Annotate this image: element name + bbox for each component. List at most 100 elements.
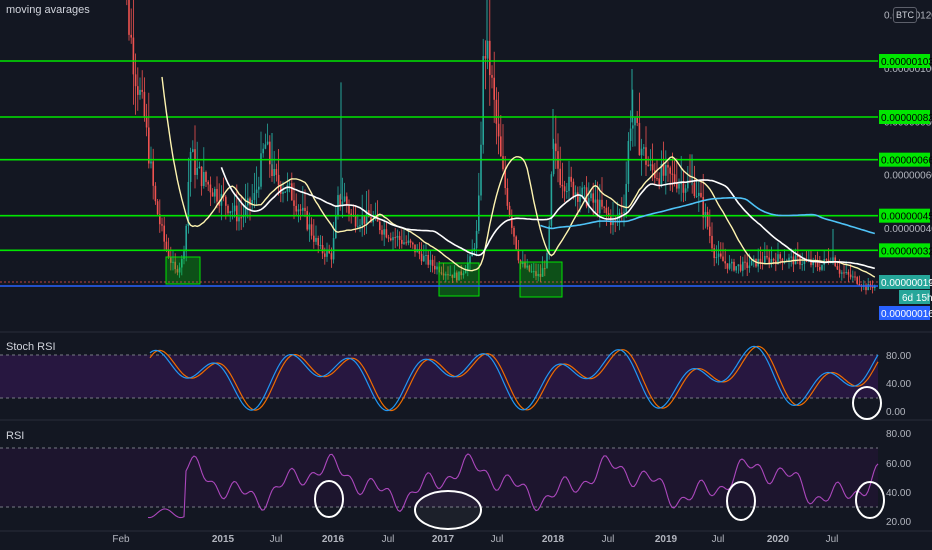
candle-body [513,227,515,237]
candle-body [695,195,698,197]
highlight-boxes [165,256,563,298]
candle-body [361,215,363,226]
candle-body [577,192,579,202]
candle-body [319,245,322,247]
rsi-label: RSI [6,430,25,442]
candle-body [594,199,597,203]
candle-body [731,261,733,264]
candle-body [277,174,280,186]
level-tag-label: 0.00000032 [881,246,932,257]
stoch-tick-label: 0.00 [886,407,906,418]
candle-body [297,209,300,212]
chart-canvas[interactable]: 0.000001800.000001600.000001400.00000120… [0,0,932,550]
candle-body [192,149,194,152]
main-price-pane[interactable] [0,0,878,298]
candle-body [348,205,350,214]
candle-body [139,89,141,95]
candle-body [803,260,806,265]
stoch-tick-label: 80.00 [886,351,911,362]
level-tag-label: 0.00000066 [881,156,932,167]
candle-body [359,225,361,227]
candle-body [766,255,768,258]
candle-body [469,256,471,264]
candle-body [739,264,742,271]
candle-body [293,200,295,206]
current-price-tag-label: 0.00000019 [881,278,932,289]
currency-badge[interactable]: BTC [893,7,917,23]
candle-body [658,178,660,185]
candle-body [275,169,278,175]
stoch-axis[interactable]: 80.00 40.00 0.00 [886,351,911,418]
candle-body [669,167,671,174]
candle-body [286,184,289,192]
candle-body [493,77,495,100]
candle-body [405,242,407,244]
candle-body [354,215,357,227]
blue-level-tag-label: 0.00000016 [881,309,932,320]
rsi-axis[interactable]: 80.00 60.00 40.00 20.00 [886,429,911,528]
candle-body [720,253,722,257]
candle-body [231,211,234,213]
candle-body [407,240,410,244]
candle-body [698,192,700,196]
candle-body [489,40,491,76]
candle-body [779,254,781,259]
candle-body [392,237,394,241]
candle-body [722,256,724,262]
candle-body [165,241,168,250]
candle-body [394,237,396,239]
candle-body [568,176,570,192]
candle-body [599,199,601,214]
candle-body [572,181,575,197]
candle-body [711,235,713,249]
level-tags: 0.00000103 0.00000082 0.00000066 0.00000045… [879,54,932,320]
candle-body [429,259,432,265]
highlight-box [165,256,201,285]
rsi-pane[interactable] [0,447,885,530]
candle-body [735,266,737,271]
candle-body [269,141,271,165]
candle-body [145,117,148,128]
candle-body [260,153,262,187]
candle-body [583,187,586,189]
candle-body [508,205,511,216]
candle-body [563,186,566,192]
candle-body [326,250,328,257]
rsi-annotation-circle [414,490,482,530]
candle-body [214,188,216,197]
candle-body [209,184,212,193]
candle-body [381,230,383,235]
candle-body [385,229,388,238]
stoch-rsi-label: Stoch RSI [6,341,56,353]
time-tick-label: Jul [270,534,283,545]
candle-body [335,216,337,239]
candle-body [592,193,594,203]
highlight-box [438,262,480,297]
candle-body [161,224,163,226]
candle-body [651,164,654,171]
price-tick-label: 0.00000060 [884,171,932,182]
level-tag-label: 0.00000045 [881,212,932,223]
stoch-rsi-pane[interactable] [0,345,882,420]
time-axis[interactable]: Feb 2015 Jul 2016 Jul 2017 Jul 2018 Jul 2019 Jul 20… [112,534,838,545]
candle-body [581,187,583,197]
candle-body [310,224,313,236]
candle-body [728,263,731,269]
candle-body [330,253,333,260]
candle-body [495,99,498,124]
candle-body [203,172,205,187]
candle-body [623,211,625,213]
candle-body [621,212,623,214]
candle-body [282,191,284,194]
candle-body [805,260,808,262]
candle-body [511,215,513,228]
candle-body [412,242,414,245]
candle-body [346,196,348,206]
candle-body [768,257,770,264]
candle-body [555,143,557,152]
candle-body [500,136,502,157]
candle-body [390,238,392,241]
candle-body [706,211,709,227]
candle-body [207,181,209,185]
candle-body [636,117,638,123]
